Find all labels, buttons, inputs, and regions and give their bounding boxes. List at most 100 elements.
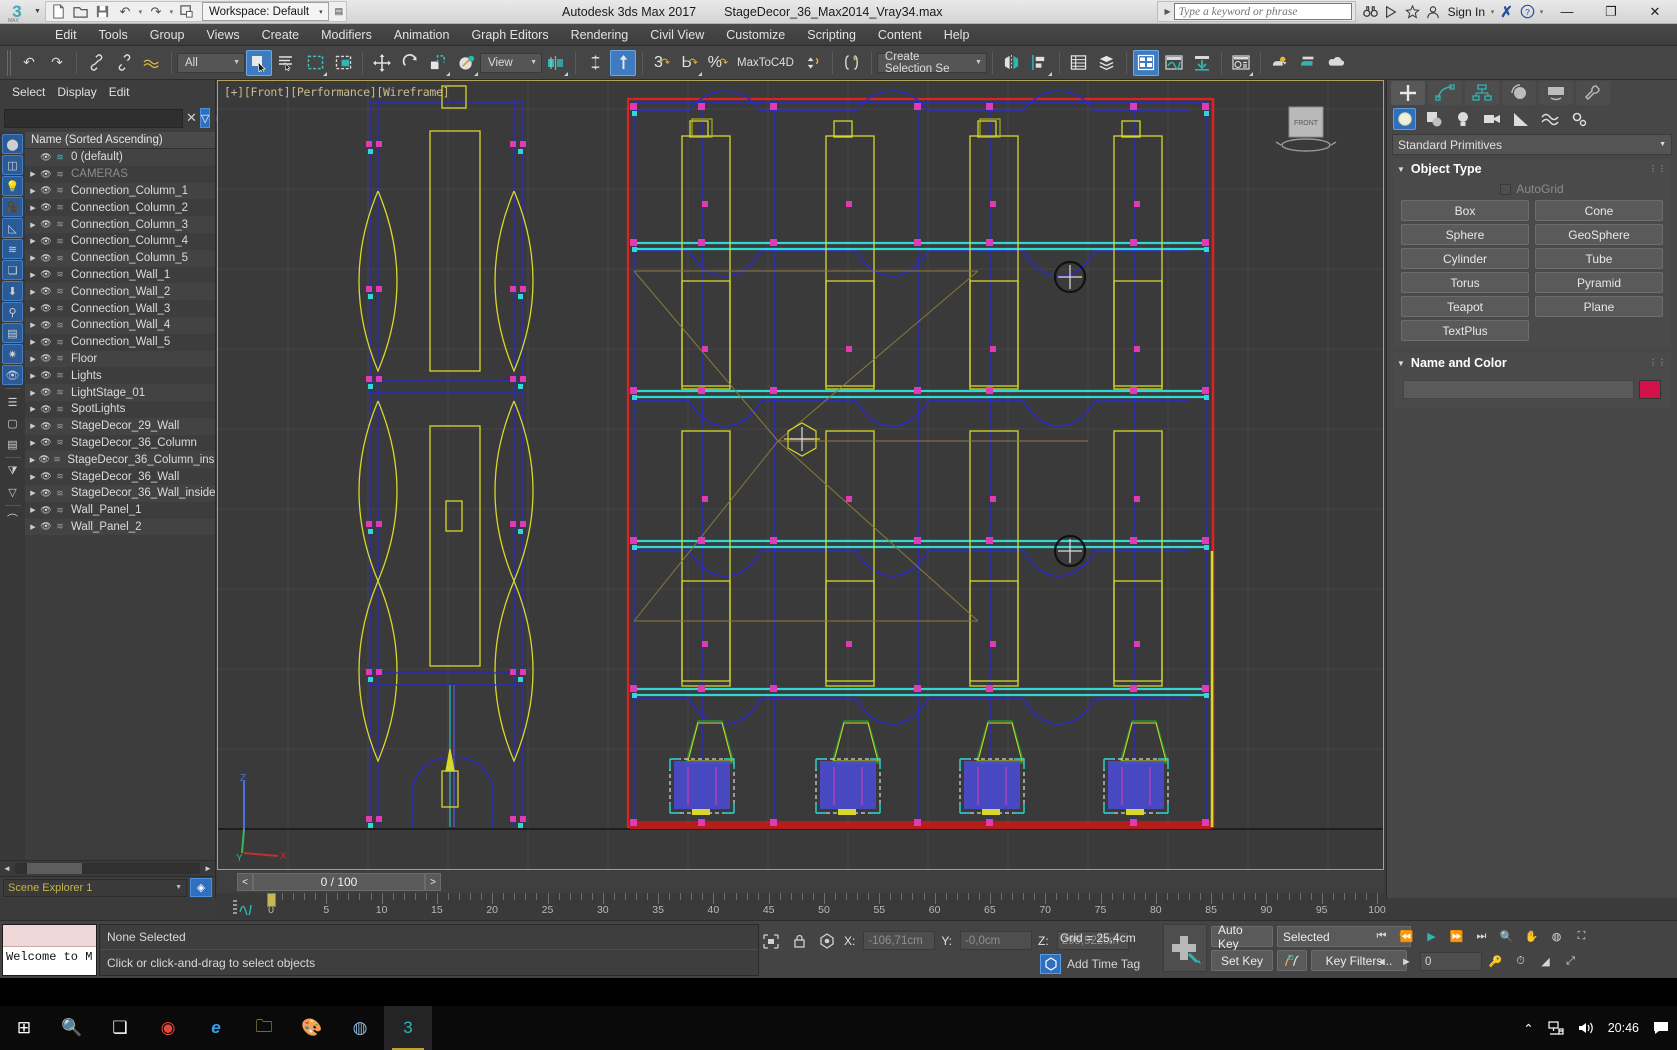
use-pivot-center-icon[interactable] bbox=[543, 50, 569, 76]
named-selection-combo[interactable]: Create Selection Se ▼ bbox=[876, 51, 987, 75]
menu-item-views[interactable]: Views bbox=[195, 26, 250, 44]
undo-icon[interactable]: ↶ bbox=[115, 2, 135, 21]
visibility-eye-icon[interactable]: 👁 bbox=[39, 353, 53, 364]
expand-arrow-icon[interactable]: ▶ bbox=[27, 506, 39, 514]
visibility-eye-icon[interactable]: 👁 bbox=[39, 202, 53, 213]
undo-scene-icon[interactable]: ↶ bbox=[16, 50, 42, 76]
scene-object-row[interactable]: ▶ 👁 ≋ Connection_Wall_4 bbox=[25, 316, 215, 334]
flyout-corner-icon-2[interactable] bbox=[446, 71, 450, 76]
layer-stack-icon[interactable]: ≋ bbox=[53, 236, 67, 247]
tab-motion[interactable] bbox=[1502, 81, 1536, 105]
menu-item-tools[interactable]: Tools bbox=[88, 26, 139, 44]
scene-object-row[interactable]: ▶ 👁 ≋ StageDecor_29_Wall bbox=[25, 417, 215, 435]
filter-helpers-icon[interactable]: ◺ bbox=[2, 218, 23, 238]
viewport-front[interactable]: [+][Front][Performance][Wireframe] Z Y X… bbox=[217, 80, 1384, 870]
menu-item-animation[interactable]: Animation bbox=[383, 26, 461, 44]
menu-item-civil-view[interactable]: Civil View bbox=[639, 26, 715, 44]
visibility-eye-icon[interactable]: 👁 bbox=[39, 269, 53, 280]
visibility-eye-icon[interactable]: 👁 bbox=[39, 185, 53, 196]
zoom-region-icon[interactable]: 🔍 bbox=[1495, 926, 1518, 947]
list-view-icon[interactable]: ☰ bbox=[2, 392, 23, 412]
add-time-tag-group[interactable]: Add Time Tag bbox=[1040, 954, 1140, 974]
paint-icon[interactable]: 🎨 bbox=[288, 1006, 336, 1050]
zoom-extents-icon[interactable]: ⤢ bbox=[1559, 951, 1582, 972]
visibility-eye-icon[interactable]: 👁 bbox=[39, 370, 53, 381]
scene-object-row[interactable]: ▶ 👁 ≋ StageDecor_36_Column_inside bbox=[25, 451, 215, 469]
render-production-icon[interactable] bbox=[1267, 50, 1293, 76]
set-key-button[interactable]: Set Key bbox=[1211, 950, 1273, 971]
time-tag-icon[interactable] bbox=[1040, 954, 1061, 974]
filter-lights-icon[interactable]: 💡 bbox=[2, 176, 23, 196]
scroll-right-icon[interactable]: ► bbox=[201, 864, 215, 873]
expand-arrow-icon[interactable]: ▶ bbox=[27, 372, 39, 380]
category-systems-icon[interactable] bbox=[1567, 108, 1590, 130]
qat-overflow-icon[interactable]: ▤ bbox=[335, 6, 344, 17]
layer-stack-icon[interactable]: ≋ bbox=[53, 269, 67, 280]
visibility-eye-icon[interactable]: 👁 bbox=[39, 152, 53, 163]
key-mode-toggle-icon[interactable] bbox=[1277, 950, 1307, 971]
container-icon[interactable]: ⌒ bbox=[2, 509, 23, 529]
object-button-cylinder[interactable]: Cylinder bbox=[1401, 248, 1529, 269]
previous-frame-icon[interactable]: ⏪ bbox=[1395, 926, 1418, 947]
category-cameras-icon[interactable] bbox=[1480, 108, 1503, 130]
toolbar-grip[interactable] bbox=[7, 49, 12, 76]
select-and-link-icon[interactable] bbox=[83, 50, 109, 76]
maximize-viewport-icon[interactable]: ⛶ bbox=[1570, 926, 1593, 947]
align-camera-icon[interactable]: Ꮟ ↷ bbox=[677, 50, 703, 76]
quick-align-icon[interactable] bbox=[800, 50, 826, 76]
layer-stack-icon[interactable]: ≋ bbox=[53, 219, 67, 230]
render-setup-icon[interactable] bbox=[1189, 50, 1215, 76]
search-icon[interactable]: 🔍 bbox=[48, 1006, 96, 1050]
layer-stack-icon[interactable]: ≋ bbox=[53, 185, 67, 196]
workspace-selector[interactable]: Workspace: Default ▾ bbox=[201, 2, 329, 21]
current-frame-spinner[interactable]: 0 bbox=[1420, 952, 1482, 971]
flyout-corner-icon-5[interactable] bbox=[698, 71, 702, 76]
scene-object-row[interactable]: ▶ 👁 ≋ Connection_Column_2 bbox=[25, 199, 215, 217]
menu-item-scripting[interactable]: Scripting bbox=[796, 26, 867, 44]
exchange-app-store-icon[interactable] bbox=[1381, 1, 1402, 22]
play-animation-icon[interactable]: ▶ bbox=[1420, 926, 1443, 947]
layer-stack-icon[interactable]: ≋ bbox=[53, 471, 67, 482]
visibility-eye-icon[interactable]: 👁 bbox=[39, 337, 53, 348]
help-dropdown-icon[interactable]: ▾ bbox=[1538, 8, 1545, 16]
scene-object-row[interactable]: ▶ 👁 ≋ Floor bbox=[25, 350, 215, 368]
autogrid-checkbox[interactable] bbox=[1500, 183, 1512, 195]
scene-object-row[interactable]: ▶ 👁 ≋ StageDecor_36_Wall bbox=[25, 468, 215, 485]
expand-arrow-icon[interactable]: ▶ bbox=[27, 489, 39, 497]
workspace-dropdown-icon[interactable]: ▾ bbox=[319, 8, 323, 16]
detail-view-icon[interactable]: ▤ bbox=[2, 434, 23, 454]
infocenter-expand-icon[interactable]: ▶ bbox=[1161, 7, 1173, 16]
flyout-corner-icon-4[interactable] bbox=[564, 71, 568, 76]
chrome-icon[interactable]: ◉ bbox=[144, 1006, 192, 1050]
steam-icon[interactable]: ◍ bbox=[336, 1006, 384, 1050]
spinner-left-icon[interactable]: ◄ bbox=[1370, 951, 1393, 972]
unlink-selection-icon[interactable] bbox=[111, 50, 137, 76]
flyout-corner-icon-6[interactable] bbox=[1047, 71, 1052, 76]
y-field[interactable]: -0,0cm bbox=[960, 931, 1033, 950]
expand-arrow-icon[interactable]: ▶ bbox=[27, 422, 39, 430]
app-menu-caret-icon[interactable]: ▼ bbox=[34, 8, 41, 15]
chevron-down-icon-6[interactable]: ▼ bbox=[1659, 141, 1666, 148]
key-mode-toggle-2-icon[interactable]: 🔑 bbox=[1484, 951, 1507, 972]
visibility-eye-icon[interactable]: 👁 bbox=[39, 286, 53, 297]
goto-end-icon[interactable]: ⏭ bbox=[1470, 926, 1493, 947]
simple-filter-icon[interactable]: ▽ bbox=[2, 482, 23, 502]
chevron-down-icon[interactable]: ▼ bbox=[221, 59, 240, 66]
chevron-down-icon-3[interactable]: ▼ bbox=[963, 59, 982, 66]
expand-arrow-icon[interactable]: ▶ bbox=[27, 271, 39, 279]
scene-object-row[interactable]: ▶ 👁 ≋ StageDecor_36_Column bbox=[25, 434, 215, 452]
layer-stack-icon[interactable]: ≋ bbox=[53, 202, 67, 213]
layer-stack-icon[interactable]: ≋ bbox=[53, 337, 67, 348]
object-button-geosphere[interactable]: GeoSphere bbox=[1535, 224, 1663, 245]
collapse-triangle-icon-2[interactable]: ▼ bbox=[1397, 359, 1405, 368]
scene-explorer-search-input[interactable] bbox=[4, 108, 183, 128]
visibility-eye-icon[interactable]: 👁 bbox=[39, 253, 53, 264]
display-toggle-icon[interactable]: 👁 bbox=[2, 365, 23, 385]
maxtoc4d-label[interactable]: MaxToC4D bbox=[732, 57, 799, 69]
visibility-eye-icon[interactable]: 👁 bbox=[39, 387, 53, 398]
scene-object-row[interactable]: ▶ 👁 ≋ StageDecor_36_Wall_inside bbox=[25, 484, 215, 502]
visibility-eye-icon[interactable]: 👁 bbox=[39, 219, 53, 230]
view-cube[interactable]: FRONT bbox=[1273, 103, 1343, 163]
expand-arrow-icon[interactable]: ▶ bbox=[27, 288, 39, 296]
visibility-eye-icon[interactable]: 👁 bbox=[38, 454, 51, 465]
